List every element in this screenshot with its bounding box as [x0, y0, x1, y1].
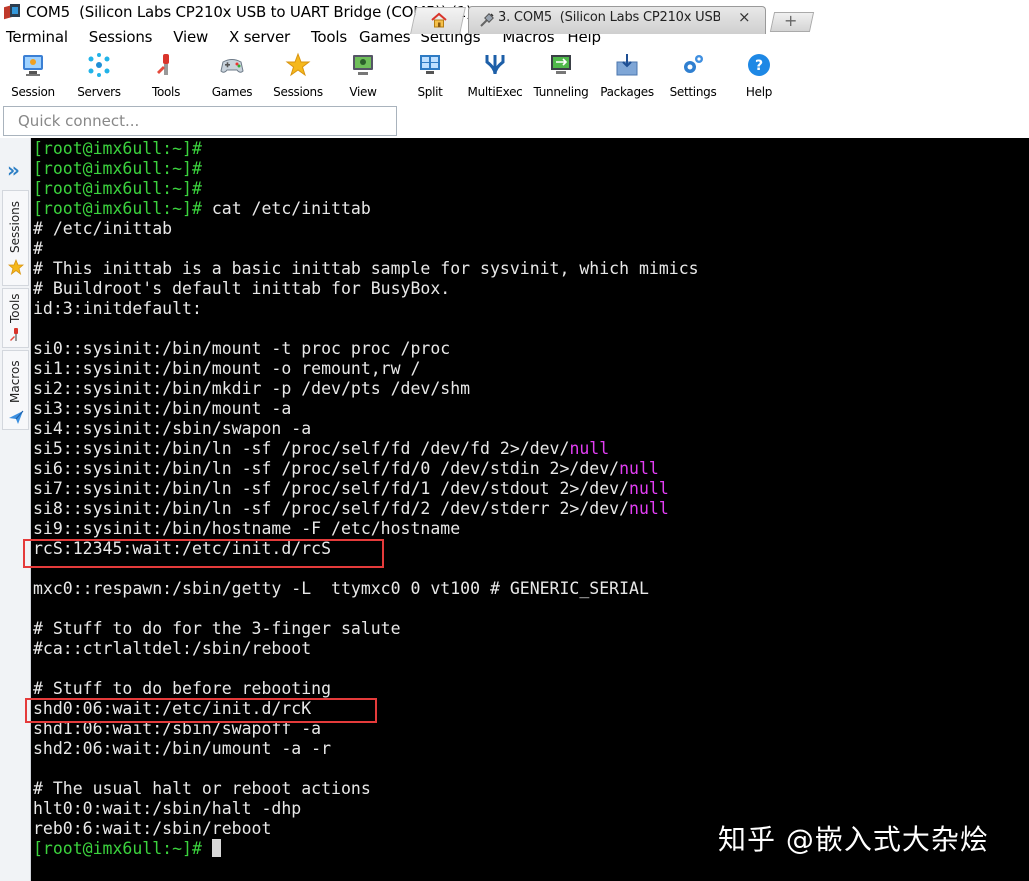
shell-prompt: [root@imx6ull:~]# [33, 839, 202, 858]
menu-x-server[interactable]: X server [229, 28, 311, 46]
terminal-output-line: si2::sysinit:/bin/mkdir -p /dev/pts /dev… [33, 379, 471, 398]
null-keyword: null [629, 479, 669, 498]
terminal-output-line: si8::sysinit:/bin/ln -sf /proc/self/fd/2… [33, 499, 669, 519]
home-icon [430, 12, 448, 28]
menu-sessions[interactable]: Sessions [89, 28, 173, 46]
toolbar-multiexec-button[interactable]: MultiExec [462, 50, 528, 102]
paper-plane-icon [8, 409, 24, 429]
highlight-box-rcs [23, 539, 384, 568]
output-text: si6::sysinit:/bin/ln -sf /proc/self/fd/0… [33, 459, 620, 478]
terminal-output-line: si4::sysinit:/sbin/swapon -a [33, 419, 312, 438]
servers-icon [86, 52, 112, 78]
session-icon [20, 52, 46, 78]
settings-gears-icon [680, 52, 706, 78]
mobaxterm-app-icon [4, 4, 20, 20]
null-keyword: null [569, 439, 610, 458]
sessions-star-icon [285, 52, 311, 78]
terminal-prompt-line: [root@imx6ull:~]# [33, 139, 202, 159]
menu-terminal[interactable]: Terminal [6, 28, 89, 46]
toolbar-sessions-button[interactable]: Sessions [265, 50, 331, 102]
terminal-output-line: #ca::ctrlaltdel:/sbin/reboot [33, 639, 312, 658]
tunneling-icon [548, 52, 574, 78]
terminal-prompt-line: [root@imx6ull:~]# cat /etc/inittab [33, 199, 371, 219]
games-icon [219, 52, 245, 78]
session-tab-label: 3. COM5 (Silicon Labs CP210x USB [498, 10, 720, 25]
toolbar-servers-button[interactable]: Servers [66, 50, 132, 102]
terminal-output-line: # /etc/inittab [33, 219, 173, 238]
terminal-output-line: si7::sysinit:/bin/ln -sf /proc/self/fd/1… [33, 479, 669, 499]
null-keyword: null [619, 459, 659, 478]
toolbar-view-button[interactable]: View [330, 50, 396, 102]
terminal-output-line: si1::sysinit:/bin/mount -o remount,rw / [33, 359, 421, 378]
menu-view[interactable]: View [173, 28, 229, 46]
terminal-output-line: si5::sysinit:/bin/ln -sf /proc/self/fd /… [33, 439, 609, 459]
output-text: si5::sysinit:/bin/ln -sf /proc/self/fd /… [33, 439, 570, 458]
shell-prompt: [root@imx6ull:~]# [33, 159, 202, 178]
shell-prompt: [root@imx6ull:~]# [33, 179, 202, 198]
side-tab-label: Tools [8, 293, 22, 323]
terminal-prompt-line: [root@imx6ull:~]# [33, 839, 221, 859]
output-text: si7::sysinit:/bin/ln -sf /proc/self/fd/1… [33, 479, 630, 498]
command-text [202, 839, 212, 858]
quick-connect-input[interactable] [3, 106, 397, 136]
output-text: si8::sysinit:/bin/ln -sf /proc/self/fd/2… [33, 499, 630, 518]
highlight-box-rck [25, 698, 377, 723]
toolbar-tunneling-button[interactable]: Tunneling [528, 50, 594, 102]
toolbar: Session Servers Tools Games Sessions Vie… [0, 50, 1029, 102]
terminal-output-line: si6::sysinit:/bin/ln -sf /proc/self/fd/0… [33, 459, 659, 479]
terminal-output-line: id:3:initdefault: [33, 299, 202, 318]
view-icon [350, 52, 376, 78]
tab-strip [0, 104, 1029, 138]
toolbar-tools-button[interactable]: Tools [133, 50, 199, 102]
serial-plug-icon [479, 12, 495, 28]
side-tab-sessions[interactable]: Sessions [2, 190, 29, 286]
terminal-output-line: shd2:06:wait:/bin/umount -a -r [33, 739, 332, 758]
tools-icon [153, 52, 179, 78]
menu-tools[interactable]: Tools [311, 28, 359, 46]
side-tab-macros[interactable]: Macros [2, 350, 29, 430]
terminal-output-line: mxc0::respawn:/sbin/getty -L ttymxc0 0 v… [33, 579, 649, 598]
double-chevron-right-icon[interactable]: » [7, 158, 20, 182]
plus-icon: + [784, 11, 798, 30]
terminal-output-line: si3::sysinit:/bin/mount -a [33, 399, 292, 418]
terminal-output-line: si9::sysinit:/bin/hostname -F /etc/hostn… [33, 519, 461, 538]
toolbar-settings-button[interactable]: Settings [660, 50, 726, 102]
shell-prompt: [root@imx6ull:~]# [33, 139, 202, 158]
toolbar-packages-button[interactable]: Packages [594, 50, 660, 102]
shell-prompt: [root@imx6ull:~]# [33, 199, 202, 218]
terminal-prompt-line: [root@imx6ull:~]# [33, 179, 202, 199]
terminal-pane[interactable]: [root@imx6ull:~]# [root@imx6ull:~]# [root@… [31, 138, 1029, 881]
toolbar-games-button[interactable]: Games [199, 50, 265, 102]
multiexec-icon [482, 52, 508, 78]
terminal-output-line: # Stuff to do for the 3-finger salute [33, 619, 401, 638]
terminal-output-line: si0::sysinit:/bin/mount -t proc proc /pr… [33, 339, 451, 358]
toolbar-help-button[interactable]: ? Help [726, 50, 792, 102]
terminal-output-line: # Stuff to do before rebooting [33, 679, 332, 698]
terminal-output-line: # The usual halt or reboot actions [33, 779, 371, 798]
window-title: COM5 (Silicon Labs CP210x USB to UART Br… [26, 3, 472, 21]
split-icon [417, 52, 443, 78]
side-tab-label: Sessions [8, 200, 22, 253]
terminal-output-line: hlt0:0:wait:/sbin/halt -dhp [33, 799, 302, 818]
watermark-text: 知乎 @嵌入式大杂烩 [718, 823, 989, 856]
terminal-output-line: reb0:6:wait:/sbin/reboot [33, 819, 272, 838]
terminal-output-line: # [33, 239, 43, 258]
terminal-output-line: # Buildroot's default inittab for BusyBo… [33, 279, 451, 298]
side-tab-tools[interactable]: Tools [2, 288, 29, 348]
side-tab-label: Macros [8, 360, 22, 403]
tools-icon [9, 327, 23, 347]
command-text: cat /etc/inittab [201, 199, 371, 218]
star-icon [7, 258, 25, 279]
close-icon[interactable]: × [738, 8, 751, 26]
svg-text:?: ? [755, 58, 763, 74]
toolbar-split-button[interactable]: Split [397, 50, 463, 102]
text-cursor [211, 839, 221, 857]
terminal-prompt-line: [root@imx6ull:~]# [33, 159, 202, 179]
packages-icon [614, 52, 640, 78]
side-panel: » Sessions Tools Macros [0, 138, 31, 881]
help-icon: ? [746, 52, 772, 78]
null-keyword: null [629, 499, 669, 518]
terminal-output-line: # This inittab is a basic inittab sample… [33, 259, 699, 278]
toolbar-session-button[interactable]: Session [0, 50, 66, 102]
